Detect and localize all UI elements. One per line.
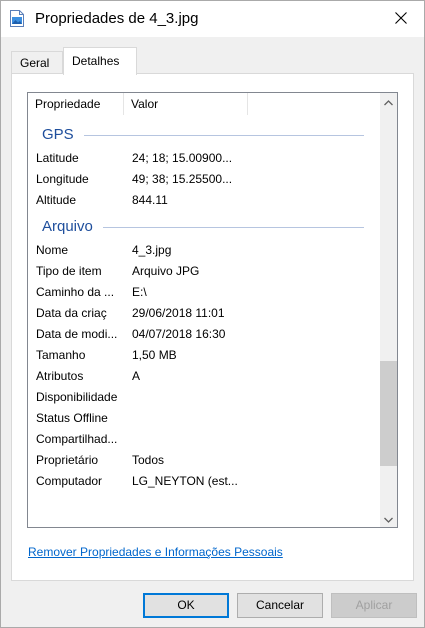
title-bar[interactable]: Propriedades de 4_3.jpg bbox=[1, 1, 424, 37]
details-list[interactable]: Versão de EXIFGPSLatitude24; 18; 15.0090… bbox=[27, 92, 398, 528]
table-row[interactable]: Compartilhad... bbox=[28, 429, 380, 450]
property-name: Altitude bbox=[36, 193, 77, 207]
group-title: Arquivo bbox=[42, 218, 93, 235]
cancel-button[interactable]: Cancelar bbox=[237, 593, 323, 618]
group-divider bbox=[84, 135, 364, 136]
table-row[interactable]: Caminho da ... E:\ bbox=[28, 282, 380, 303]
table-row[interactable]: Nome 4_3.jpg bbox=[28, 240, 380, 261]
column-divider[interactable] bbox=[247, 93, 248, 115]
column-header-value[interactable]: Valor bbox=[131, 97, 158, 111]
property-name: Disponibilidade bbox=[36, 390, 118, 404]
property-value: 49; 38; 15.25500... bbox=[132, 172, 233, 186]
property-name: Atributos bbox=[36, 369, 84, 383]
close-icon bbox=[395, 11, 407, 27]
chevron-up-icon bbox=[384, 95, 393, 109]
property-name: Data de modi... bbox=[36, 327, 118, 341]
property-value: E:\ bbox=[132, 285, 147, 299]
scrollbar-thumb[interactable] bbox=[380, 360, 397, 466]
table-row[interactable]: Proprietário Todos bbox=[28, 450, 380, 471]
remove-properties-link[interactable]: Remover Propriedades e Informações Pesso… bbox=[28, 545, 283, 559]
properties-dialog: Propriedades de 4_3.jpg Geral Detalhes V… bbox=[0, 0, 425, 628]
window-title: Propriedades de 4_3.jpg bbox=[35, 10, 199, 27]
close-button[interactable] bbox=[378, 1, 424, 37]
apply-button[interactable]: Aplicar bbox=[331, 593, 417, 618]
ok-button[interactable]: OK bbox=[143, 593, 229, 618]
property-value: 29/06/2018 11:01 bbox=[132, 306, 225, 320]
table-row[interactable]: Disponibilidade bbox=[28, 387, 380, 408]
details-panel: Versão de EXIFGPSLatitude24; 18; 15.0090… bbox=[11, 73, 414, 581]
property-name: Proprietário bbox=[36, 453, 99, 467]
table-row[interactable]: Data da criaç 29/06/2018 11:01 bbox=[28, 303, 380, 324]
property-name: Computador bbox=[36, 474, 103, 488]
property-name: Longitude bbox=[36, 172, 89, 186]
table-row[interactable]: Atributos A bbox=[28, 366, 380, 387]
group-title: GPS bbox=[42, 126, 74, 143]
property-value: 844.11 bbox=[132, 193, 168, 207]
group-header-arquivo[interactable]: Arquivo bbox=[28, 216, 380, 238]
property-name: Tamanho bbox=[36, 348, 86, 362]
table-row[interactable]: Latitude 24; 18; 15.00900... bbox=[28, 148, 380, 169]
property-name: Status Offline bbox=[36, 411, 108, 425]
property-value: 24; 18; 15.00900... bbox=[132, 151, 233, 165]
group-header-gps[interactable]: GPS bbox=[28, 124, 380, 146]
table-row[interactable]: Computador LG_NEYTON (est... bbox=[28, 471, 380, 492]
chevron-down-icon bbox=[384, 512, 393, 526]
image-file-icon bbox=[10, 10, 24, 27]
property-value: Todos bbox=[132, 453, 165, 467]
vertical-scrollbar[interactable] bbox=[380, 93, 397, 527]
property-value: 1,50 MB bbox=[132, 348, 177, 362]
property-value: 4_3.jpg bbox=[132, 243, 172, 257]
details-rows: Versão de EXIFGPSLatitude24; 18; 15.0090… bbox=[28, 93, 380, 527]
property-name: Data da criaç bbox=[36, 306, 107, 320]
table-row[interactable]: Tipo de item Arquivo JPG bbox=[28, 261, 380, 282]
property-name: Nome bbox=[36, 243, 69, 257]
property-name: Compartilhad... bbox=[36, 432, 118, 446]
table-row[interactable]: Altitude 844.11 bbox=[28, 190, 380, 211]
property-value: Arquivo JPG bbox=[132, 264, 200, 278]
property-value: LG_NEYTON (est... bbox=[132, 474, 238, 488]
tab-detalhes[interactable]: Detalhes bbox=[63, 47, 137, 75]
table-row[interactable]: Tamanho 1,50 MB bbox=[28, 345, 380, 366]
column-header: Propriedade Valor bbox=[28, 93, 380, 115]
tab-geral[interactable]: Geral bbox=[11, 51, 63, 74]
property-name: Caminho da ... bbox=[36, 285, 115, 299]
table-row[interactable]: Longitude 49; 38; 15.25500... bbox=[28, 169, 380, 190]
scroll-up-button[interactable] bbox=[380, 93, 397, 110]
scroll-down-button[interactable] bbox=[380, 510, 397, 527]
group-divider bbox=[103, 227, 364, 228]
column-divider[interactable] bbox=[123, 93, 124, 115]
property-value: 04/07/2018 16:30 bbox=[132, 327, 226, 341]
property-name: Tipo de item bbox=[36, 264, 102, 278]
property-value: A bbox=[132, 369, 141, 383]
column-header-property[interactable]: Propriedade bbox=[35, 97, 100, 111]
property-name: Latitude bbox=[36, 151, 79, 165]
table-row[interactable]: Data de modi... 04/07/2018 16:30 bbox=[28, 324, 380, 345]
table-row[interactable]: Status Offline bbox=[28, 408, 380, 429]
